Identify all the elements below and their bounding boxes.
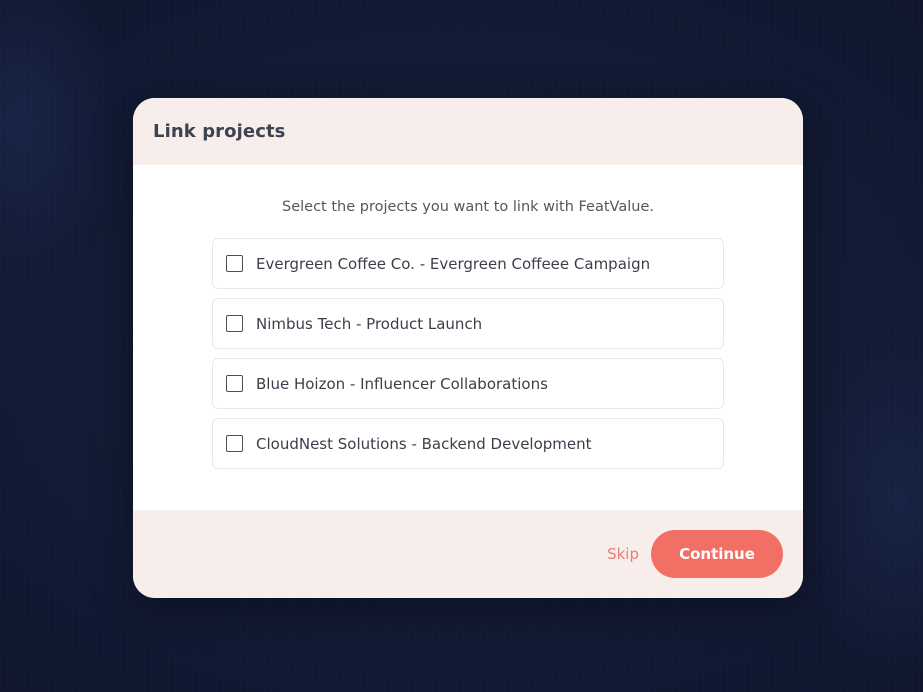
continue-button[interactable]: Continue (651, 530, 783, 578)
checkbox[interactable] (226, 315, 243, 332)
checkbox[interactable] (226, 255, 243, 272)
checkbox[interactable] (226, 435, 243, 452)
project-option-label: Blue Hoizon - Influencer Collaborations (256, 374, 548, 393)
project-option-evergreen[interactable]: Evergreen Coffee Co. - Evergreen Coffeee… (212, 238, 724, 289)
dialog-body: Select the projects you want to link wit… (133, 165, 803, 510)
instruction-text: Select the projects you want to link wit… (282, 199, 654, 215)
project-option-nimbus[interactable]: Nimbus Tech - Product Launch (212, 298, 724, 349)
dialog-footer: Skip Continue (133, 510, 803, 598)
dialog-title: Link projects (153, 121, 286, 142)
project-option-cloudnest[interactable]: CloudNest Solutions - Backend Developmen… (212, 418, 724, 469)
project-option-label: Evergreen Coffee Co. - Evergreen Coffeee… (256, 254, 651, 273)
dialog-header: Link projects (133, 98, 803, 165)
project-option-label: Nimbus Tech - Product Launch (256, 314, 483, 333)
project-option-blue-horizon[interactable]: Blue Hoizon - Influencer Collaborations (212, 358, 724, 409)
link-projects-dialog: Link projects Select the projects you wa… (133, 98, 803, 598)
project-option-label: CloudNest Solutions - Backend Developmen… (256, 434, 592, 453)
skip-button[interactable]: Skip (607, 545, 639, 563)
project-list: Evergreen Coffee Co. - Evergreen Coffeee… (212, 238, 724, 469)
checkbox[interactable] (226, 375, 243, 392)
